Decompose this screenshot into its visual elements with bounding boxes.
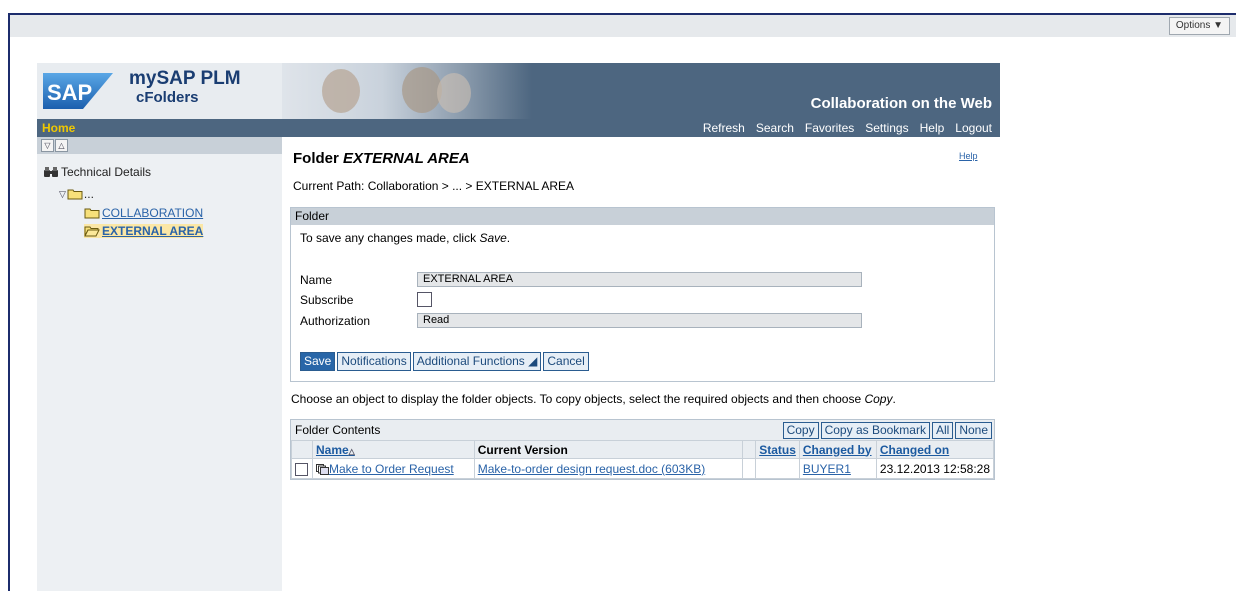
authorization-field: Read [417,313,862,328]
spacer-cell [742,458,757,479]
folder-contents-label: Folder Contents [295,423,381,437]
folder-actions: Save Notifications Additional Functions … [300,352,589,371]
column-headers: Name△ Current Version Status Changed by … [291,440,995,459]
copy-instructions: Choose an object to display the folder o… [291,392,896,406]
nav-links: Refresh Search Favorites Settings Help L… [703,121,992,135]
object-name-cell: Make to Order Request [311,458,475,479]
copy-as-bookmark-button[interactable]: Copy as Bookmark [820,422,930,439]
breadcrumb: Current Path: Collaboration > ... > EXTE… [293,179,575,193]
help-nav-link[interactable]: Help [920,121,945,135]
select-column-header [291,440,313,459]
changed-by-cell: BUYER1 [798,458,877,479]
product-subtitle: cFolders [136,89,199,106]
help-link[interactable]: Help [959,151,978,161]
contents-grid: Name△ Current Version Status Changed by … [291,440,995,479]
folder-panel-header: Folder [291,208,994,225]
folder-contents-header: Folder Contents Copy Copy as Bookmark Al… [291,420,994,440]
row-select-cell [291,458,313,479]
save-hint: To save any changes made, click Save. [300,231,511,245]
subscribe-checkbox[interactable] [417,292,432,307]
refresh-link[interactable]: Refresh [703,121,745,135]
favorites-link[interactable]: Favorites [805,121,854,135]
collapse-all-icon[interactable]: △ [55,139,68,152]
name-column-header[interactable]: Name△ [311,440,475,459]
select-none-button[interactable]: None [955,422,992,439]
spacer-column-header [742,440,757,459]
product-title: mySAP PLM [129,68,241,89]
sap-logo-icon: SAP [43,73,113,109]
name-label: Name [300,273,333,287]
changed-by-column-header[interactable]: Changed by [798,440,877,459]
tree-item-external-area[interactable]: EXTERNAL AREA [84,224,204,238]
binoculars-icon [44,167,58,177]
sort-ascending-icon: △ [348,446,355,456]
tree-root-label: ... [83,187,94,201]
tree-collapse-icon[interactable]: ▽ [59,189,66,200]
folder-icon [84,208,100,219]
folder-name-title: EXTERNAL AREA [343,150,470,167]
portal-page: SAP mySAP PLM cFolders Collaboration on … [10,37,1236,591]
row-checkbox[interactable] [295,462,308,476]
save-button[interactable]: Save [300,352,336,371]
svg-text:SAP: SAP [47,80,92,105]
table-row: Make to Order Request Make-to-order desi… [291,458,995,479]
cancel-button[interactable]: Cancel [543,352,589,371]
expand-all-icon[interactable]: ▽ [41,139,54,152]
header-photo [282,63,532,119]
settings-link[interactable]: Settings [865,121,908,135]
status-cell [755,458,800,479]
folder-icon [67,189,83,200]
tree-item-label: COLLABORATION [102,206,204,220]
options-button[interactable]: Options ▼ [1168,17,1230,35]
tree-toolbar: ▽ △ [37,137,282,154]
name-field: EXTERNAL AREA [417,272,862,287]
tree-item-collaboration[interactable]: COLLABORATION [84,206,203,220]
options-toolbar: Options ▼ [10,15,1236,37]
changed-on-cell: 23.12.2013 12:58:28 [875,458,995,479]
object-name-link[interactable]: Make to Order Request [329,462,454,476]
technical-details-link[interactable]: Technical Details [43,165,151,179]
current-version-column-header: Current Version [473,440,744,459]
background-window-strip [0,0,1236,14]
additional-functions-button[interactable]: Additional Functions ◢ [412,352,542,371]
top-navigation: Home Refresh Search Favorites Settings H… [37,119,1000,137]
technical-details-label: Technical Details [61,165,152,179]
logo-area: SAP mySAP PLM cFolders [37,63,282,119]
search-link[interactable]: Search [756,121,794,135]
home-link[interactable]: Home [42,121,75,135]
document-object-icon [315,463,329,475]
status-column-header[interactable]: Status [755,440,800,459]
current-version-cell: Make-to-order design request.doc (603KB) [473,458,744,479]
subscribe-label: Subscribe [300,293,354,307]
authorization-label: Authorization [300,314,371,328]
folder-panel: Folder To save any changes made, click S… [290,207,995,382]
logout-link[interactable]: Logout [955,121,992,135]
tree-root-node[interactable]: ▽ ... [59,187,94,201]
notifications-button[interactable]: Notifications [337,352,411,371]
folder-contents-table: Folder Contents Copy Copy as Bookmark Al… [290,419,995,480]
current-version-link[interactable]: Make-to-order design request.doc (603KB) [478,462,705,476]
copy-button[interactable]: Copy [782,422,819,439]
open-folder-icon [84,226,100,237]
header-banner: SAP mySAP PLM cFolders Collaboration on … [37,63,1000,119]
select-all-button[interactable]: All [931,422,954,439]
changed-on-column-header[interactable]: Changed on [875,440,995,459]
tree-item-label: EXTERNAL AREA [102,224,204,238]
page-title: Folder EXTERNAL AREA [293,150,470,167]
changed-by-link[interactable]: BUYER1 [803,462,851,476]
tagline: Collaboration on the Web [810,95,992,112]
